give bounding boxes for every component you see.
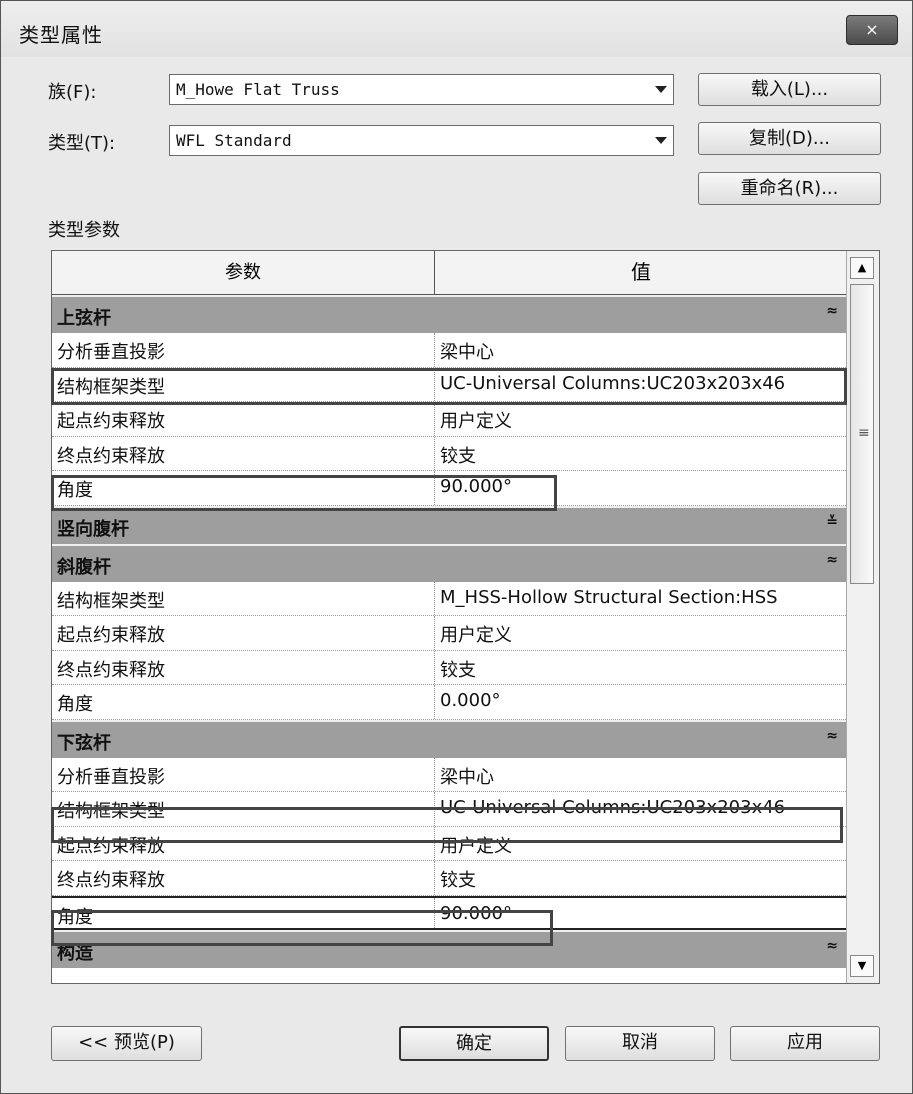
group-header-diagonal-web[interactable]: 斜腹杆 ≈ — [52, 543, 848, 582]
param-value[interactable]: UC-Universal Columns:UC203x203x46 — [440, 373, 785, 394]
param-value[interactable]: M_HSS-Hollow Structural Section:HSS — [440, 587, 778, 608]
load-button[interactable]: 载入(L)... — [698, 73, 881, 106]
param-name: 角度 — [57, 906, 93, 928]
param-value[interactable]: 梁中心 — [440, 763, 494, 789]
table-row[interactable]: 终点约束释放 铰支 — [52, 650, 848, 685]
table-row[interactable]: 分析垂直投影 梁中心 — [52, 333, 848, 368]
param-column-header[interactable]: 参数 — [52, 251, 435, 294]
type-value: WFL Standard — [176, 131, 292, 150]
param-name: 终点约束释放 — [57, 870, 165, 891]
preview-button[interactable]: << 预览(P) — [51, 1026, 202, 1061]
table-header: 参数 值 — [52, 251, 848, 295]
dialog-title: 类型属性 — [19, 23, 103, 47]
param-name: 角度 — [57, 694, 93, 715]
group-title: 斜腹杆 — [57, 556, 111, 578]
vertical-scrollbar[interactable]: ▲ ≡ ▼ — [846, 251, 879, 983]
table-row[interactable]: 角度 90.000° — [52, 895, 848, 930]
table-row[interactable]: 分析垂直投影 梁中心 — [52, 757, 848, 792]
group-title: 下弦杆 — [57, 732, 111, 754]
table-row[interactable]: 起点约束释放 用户定义 — [52, 402, 848, 437]
cancel-button[interactable]: 取消 — [565, 1026, 715, 1061]
param-name: 角度 — [57, 480, 93, 501]
table-row[interactable]: 起点约束释放 用户定义 — [52, 826, 848, 861]
apply-button[interactable]: 应用 — [730, 1026, 880, 1061]
chevron-down-icon[interactable] — [655, 137, 667, 144]
family-value: M_Howe Flat Truss — [176, 80, 340, 99]
param-name: 分析垂直投影 — [57, 342, 165, 363]
param-name: 起点约束释放 — [57, 411, 165, 432]
group-header-construction[interactable]: 构造 ≈ — [52, 930, 848, 968]
grip-icon: ≡ — [858, 425, 870, 441]
type-params-label: 类型参数 — [48, 220, 120, 241]
family-dropdown[interactable]: M_Howe Flat Truss — [169, 74, 674, 105]
collapse-icon[interactable]: ≈ — [826, 728, 838, 744]
ok-button[interactable]: 确定 — [399, 1026, 549, 1061]
chevron-down-icon[interactable] — [655, 86, 667, 93]
group-title: 构造 — [57, 943, 93, 964]
param-value[interactable]: 用户定义 — [440, 407, 512, 433]
param-value[interactable]: 铰支 — [440, 442, 476, 468]
group-header-vertical-web[interactable]: 竖向腹杆 ≚ — [52, 505, 848, 544]
scroll-up-icon[interactable]: ▲ — [850, 257, 874, 279]
table-row[interactable]: 角度 0.000° — [52, 685, 848, 720]
param-value[interactable]: 铰支 — [440, 656, 476, 682]
param-value[interactable]: 90.000° — [440, 903, 512, 924]
param-name: 结构框架类型 — [57, 801, 165, 822]
table-row[interactable]: 角度 90.000° — [52, 471, 848, 506]
scroll-down-icon[interactable]: ▼ — [850, 955, 874, 977]
type-label: 类型(T): — [48, 133, 116, 154]
collapse-icon[interactable]: ≈ — [826, 938, 838, 954]
type-properties-dialog: 类型属性 × 族(F): M_Howe Flat Truss 类型(T): WF… — [0, 0, 913, 1094]
table-row[interactable]: 结构框架类型 UC-Universal Columns:UC203x203x46 — [52, 367, 848, 402]
title-bar: 类型属性 × — [1, 1, 912, 57]
table-row[interactable]: 终点约束释放 铰支 — [52, 436, 848, 471]
param-name: 起点约束释放 — [57, 625, 165, 646]
collapse-icon[interactable]: ≈ — [826, 552, 838, 568]
param-value[interactable]: 用户定义 — [440, 832, 512, 858]
param-value[interactable]: 梁中心 — [440, 338, 494, 364]
param-value[interactable]: 0.000° — [440, 690, 501, 711]
param-name: 终点约束释放 — [57, 445, 165, 467]
close-icon[interactable]: × — [846, 15, 898, 45]
param-value[interactable]: UC-Universal Columns:UC203x203x46 — [440, 797, 785, 818]
table-body: 上弦杆 ≈ 分析垂直投影 梁中心 结构框架类型 UC-Universal Colum… — [52, 295, 848, 968]
duplicate-button[interactable]: 复制(D)... — [698, 122, 881, 155]
param-name: 结构框架类型 — [57, 376, 165, 398]
param-value[interactable]: 用户定义 — [440, 621, 512, 647]
table-row[interactable]: 结构框架类型 M_HSS-Hollow Structural Section:HS… — [52, 581, 848, 616]
table-row[interactable]: 终点约束释放 铰支 — [52, 861, 848, 896]
group-title: 竖向腹杆 — [57, 518, 129, 540]
expand-icon[interactable]: ≚ — [826, 514, 838, 530]
value-column-header[interactable]: 值 — [435, 251, 848, 294]
group-header-top-chord[interactable]: 上弦杆 ≈ — [52, 295, 848, 333]
param-name: 终点约束释放 — [57, 659, 165, 681]
type-params-table: 参数 值 上弦杆 ≈ 分析垂直投影 梁中心 结构框架类型 UC-Universal … — [51, 250, 880, 984]
family-label: 族(F): — [48, 82, 97, 103]
group-title: 上弦杆 — [57, 308, 111, 329]
table-row[interactable]: 结构框架类型 UC-Universal Columns:UC203x203x46 — [52, 792, 848, 827]
param-name: 起点约束释放 — [57, 835, 165, 857]
scrollbar-thumb[interactable]: ≡ — [850, 284, 874, 584]
param-value[interactable]: 铰支 — [440, 866, 476, 892]
param-name: 分析垂直投影 — [57, 766, 165, 788]
param-value[interactable]: 90.000° — [440, 476, 512, 497]
rename-button[interactable]: 重命名(R)... — [698, 172, 881, 205]
collapse-icon[interactable]: ≈ — [826, 303, 838, 319]
param-name: 结构框架类型 — [57, 590, 165, 612]
type-dropdown[interactable]: WFL Standard — [169, 125, 674, 156]
group-header-bottom-chord[interactable]: 下弦杆 ≈ — [52, 719, 848, 758]
table-row[interactable]: 起点约束释放 用户定义 — [52, 616, 848, 651]
